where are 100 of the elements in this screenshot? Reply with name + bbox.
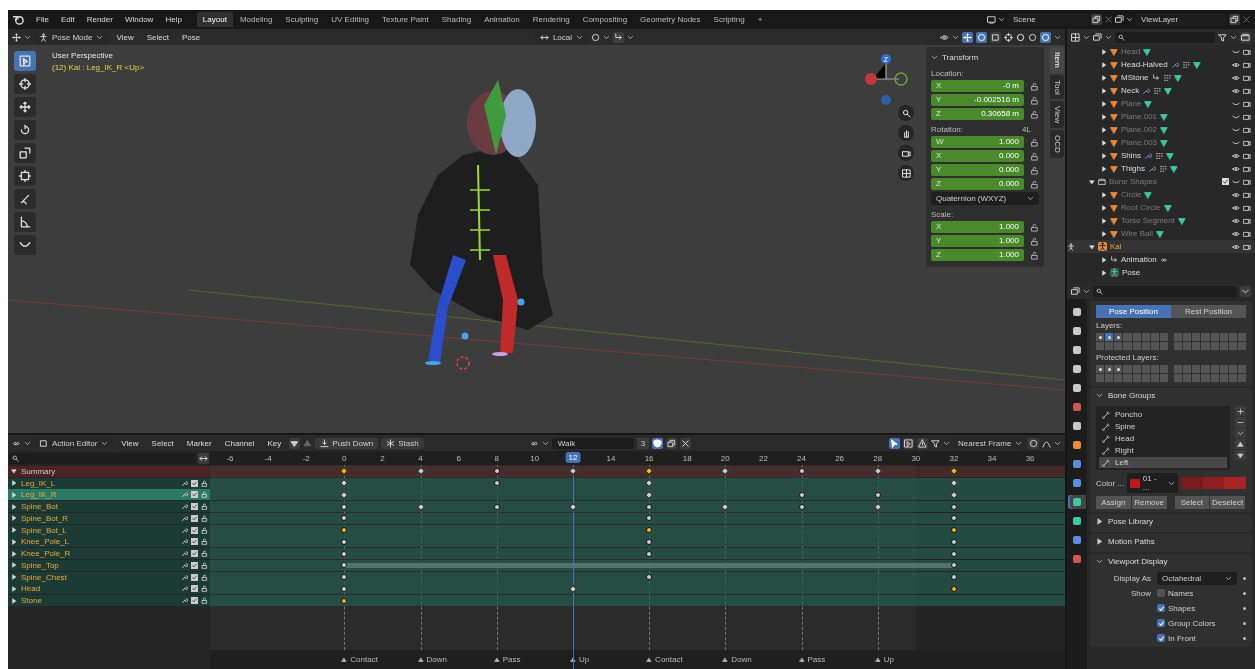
workspace-tab[interactable]: Sculpting	[279, 12, 325, 27]
number-field[interactable]: Y -0.002516 m	[931, 94, 1024, 106]
outliner-item-name[interactable]: Animation	[1121, 255, 1157, 264]
timeline-marker[interactable]: Pass	[798, 655, 826, 664]
outliner-item-name[interactable]: MStone	[1121, 73, 1149, 82]
action-name-field[interactable]: Walk	[551, 437, 634, 449]
number-field[interactable]: Z 0.000	[931, 178, 1024, 190]
outliner-item-name[interactable]: Plane.001	[1121, 112, 1158, 121]
lock-4l-toggle[interactable]: 4L	[1022, 122, 1031, 134]
current-frame-indicator[interactable]: 12	[565, 452, 581, 463]
workspace-tab[interactable]: Modeling	[233, 12, 279, 27]
number-field[interactable]: Y 0.000	[931, 164, 1024, 176]
outliner-item-name[interactable]: Bone Shapes	[1109, 177, 1158, 186]
sidebar-tab[interactable]: Tool	[1050, 74, 1064, 100]
panel-title[interactable]: Viewport Display	[1108, 557, 1168, 566]
channel-row[interactable]: Knee_Pole_R	[8, 548, 210, 559]
list-item[interactable]: Spine	[1099, 421, 1227, 432]
position-toggle[interactable]: Rest Position	[1171, 305, 1246, 318]
channel-row[interactable]: Leg_IK_L	[8, 477, 210, 489]
outliner-item-name[interactable]: Plane.003	[1121, 138, 1158, 147]
workspace-tab[interactable]: UV Editing	[325, 12, 376, 27]
workspace-tab[interactable]: Layout	[196, 12, 233, 27]
outliner-item-name[interactable]: Pose	[1122, 268, 1141, 277]
outliner-item-name[interactable]: Kai	[1110, 242, 1122, 251]
menu-item[interactable]: Pose	[176, 32, 206, 42]
menu-item[interactable]: Channel	[219, 438, 260, 448]
workspace-tab[interactable]: Compositing	[576, 12, 634, 27]
timeline-marker[interactable]: Up	[874, 655, 894, 664]
push-down-button[interactable]: Push Down	[315, 437, 379, 449]
panel-title[interactable]: Pose Library	[1108, 517, 1153, 526]
channel-row[interactable]: Spine_Bot	[8, 501, 210, 512]
workspace-tab[interactable]: Shading	[435, 12, 478, 27]
menu-item[interactable]: Marker	[181, 438, 217, 448]
channel-row[interactable]: Spine_Bot_L	[8, 524, 210, 536]
outliner-item-name[interactable]: Plane	[1121, 99, 1142, 108]
menu-item[interactable]: View	[116, 438, 144, 448]
outliner-item-name[interactable]: Neck	[1121, 86, 1140, 95]
number-field[interactable]: Z 1.000	[931, 249, 1024, 261]
channel-row[interactable]: Spine_Chest	[8, 571, 210, 583]
list-item[interactable]: Right	[1099, 445, 1227, 456]
sidebar-tab[interactable]: View	[1050, 101, 1064, 129]
number-field[interactable]: X 1.000	[931, 221, 1024, 233]
checkbox[interactable]: Names	[1157, 588, 1237, 598]
menu-item[interactable]: View	[111, 32, 139, 42]
rotation-mode-dropdown[interactable]: Quaternion (WXYZ)	[931, 192, 1039, 205]
menu-item[interactable]: Edit	[55, 15, 80, 24]
scene-field[interactable]: Scene	[1007, 13, 1089, 26]
number-field[interactable]: Y 1.000	[931, 235, 1024, 247]
summary-channel[interactable]: Summary	[8, 465, 210, 477]
channel-row[interactable]: Knee_Pole_L	[8, 536, 210, 548]
menu-item[interactable]: Key	[262, 438, 287, 448]
channel-row[interactable]: Stone	[8, 595, 210, 606]
list-item[interactable]: Head	[1099, 433, 1227, 444]
stash-button[interactable]: Stash	[381, 437, 424, 449]
outliner-item-name[interactable]: Wire Ball	[1121, 229, 1153, 238]
menu-item[interactable]: Select	[146, 438, 179, 448]
menu-item[interactable]: Render	[81, 15, 118, 24]
number-field[interactable]: W 1.000	[931, 136, 1024, 148]
add-workspace-tab[interactable]: +	[751, 12, 769, 27]
outliner-item-name[interactable]: Circle	[1121, 190, 1142, 199]
action-button[interactable]: Deselect	[1210, 496, 1245, 509]
timeline-marker[interactable]: Up	[569, 655, 590, 664]
outliner-item-name[interactable]: Thighs	[1121, 164, 1145, 173]
outliner-item-name[interactable]: Plane.002	[1121, 125, 1158, 134]
panel-title[interactable]: Motion Paths	[1108, 537, 1155, 546]
outliner-item-name[interactable]: Head-Halved	[1121, 60, 1168, 69]
workspace-tab[interactable]: Texture Paint	[376, 12, 435, 27]
outliner-item-name[interactable]: Torso Segment	[1121, 216, 1175, 225]
timeline-marker[interactable]: Down	[722, 655, 752, 664]
number-field[interactable]: X -0 m	[931, 80, 1024, 92]
workspace-tab[interactable]: Animation	[478, 12, 526, 27]
workspace-tab[interactable]: Geometry Nodes	[634, 12, 707, 27]
channel-row[interactable]: Spine_Top	[8, 559, 210, 571]
timeline-marker[interactable]: Contact	[341, 655, 378, 664]
channel-row[interactable]: Spine_Bot_R	[8, 512, 210, 524]
outliner-item-name[interactable]: Shins	[1121, 151, 1141, 160]
checkbox[interactable]: Shapes	[1157, 603, 1237, 613]
color-set-dropdown[interactable]: 01 - ...	[1127, 473, 1178, 493]
list-item[interactable]: Poncho	[1099, 409, 1227, 420]
checkbox[interactable]: In Front	[1157, 633, 1237, 643]
user-count[interactable]: 3	[636, 437, 650, 449]
action-button[interactable]: Select	[1174, 496, 1210, 509]
action-button[interactable]: Remove	[1131, 496, 1167, 509]
sidebar-tab[interactable]: Item	[1050, 47, 1064, 73]
sidebar-tab[interactable]: OCD	[1050, 130, 1064, 159]
timeline-marker[interactable]: Contact	[646, 655, 683, 664]
list-item[interactable]: Left	[1099, 457, 1227, 468]
timeline-marker[interactable]: Pass	[493, 655, 521, 664]
action-button[interactable]: Assign	[1096, 496, 1131, 509]
timeline-marker[interactable]: Down	[417, 655, 447, 664]
number-field[interactable]: X 0.000	[931, 150, 1024, 162]
menu-item[interactable]: File	[31, 15, 54, 24]
menu-item[interactable]: Help	[160, 15, 187, 24]
view-layer-field[interactable]: ViewLayer	[1135, 13, 1227, 26]
number-field[interactable]: Z 0.30658 m	[931, 108, 1024, 120]
panel-title[interactable]: Bone Groups	[1108, 391, 1156, 400]
channel-row[interactable]: Head	[8, 583, 210, 595]
workspace-tab[interactable]: Scripting	[707, 12, 751, 27]
position-toggle[interactable]: Pose Position	[1096, 305, 1171, 318]
menu-item[interactable]: Select	[141, 32, 174, 42]
